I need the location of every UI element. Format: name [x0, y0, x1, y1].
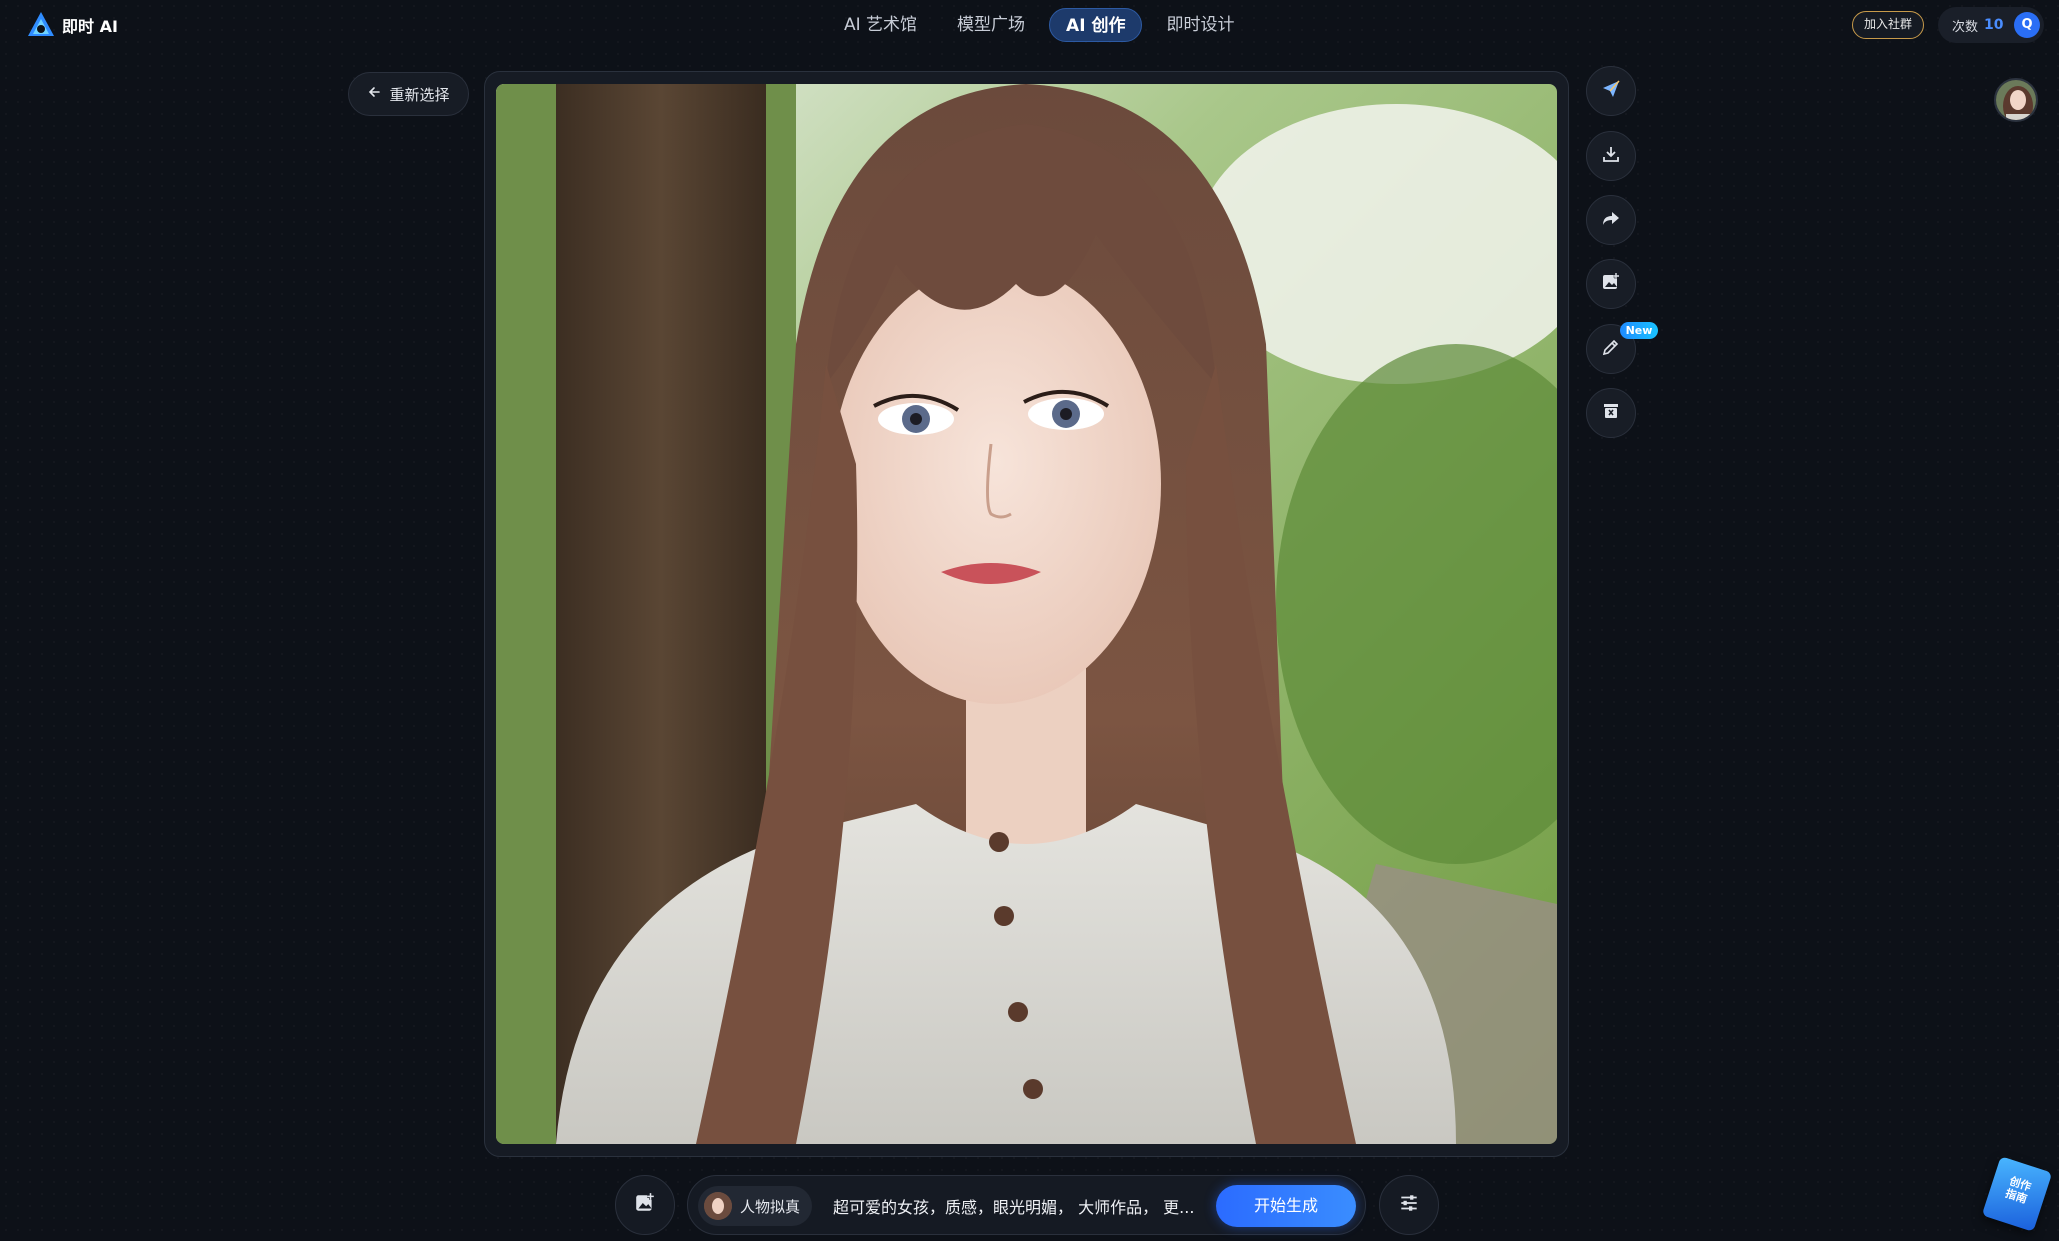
- sliders-icon: [1398, 1192, 1420, 1218]
- download-icon: [1601, 144, 1621, 168]
- nav-item-ai-create[interactable]: AI 创作: [1049, 8, 1143, 42]
- logo-icon: [26, 10, 56, 40]
- generate-button[interactable]: 开始生成: [1216, 1185, 1356, 1227]
- share-icon: [1601, 208, 1621, 232]
- app-name: 即时 AI: [62, 17, 118, 36]
- download-button[interactable]: [1586, 131, 1636, 181]
- style-thumbnail: [704, 1192, 732, 1220]
- reselect-button[interactable]: 重新选择: [348, 72, 469, 116]
- credits-counter[interactable]: 次数 10 Q: [1938, 7, 2044, 43]
- credits-value: 10: [1984, 17, 2004, 33]
- share-button[interactable]: [1586, 195, 1636, 245]
- join-community-button[interactable]: 加入社群: [1852, 11, 1924, 39]
- add-image-icon: [634, 1192, 656, 1218]
- delete-icon: [1601, 401, 1621, 425]
- send-icon: [1601, 79, 1621, 103]
- history-thumbnail-avatar[interactable]: [1994, 78, 2038, 122]
- top-bar: 即时 AI AI 艺术馆 模型广场 AI 创作 即时设计 加入社群 次数 10 …: [0, 0, 2059, 50]
- style-selector[interactable]: 人物拟真: [698, 1186, 812, 1226]
- main-nav: AI 艺术馆 模型广场 AI 创作 即时设计: [828, 8, 1250, 42]
- prompt-input[interactable]: 超可爱的女孩，质感，眼光明媚， 大师作品， 更...: [833, 1194, 1213, 1218]
- nav-item-model-square[interactable]: 模型广场: [941, 8, 1041, 42]
- upload-reference-button[interactable]: [615, 1175, 675, 1235]
- creation-guide-button[interactable]: 创作指南: [1981, 1156, 2053, 1232]
- generated-image[interactable]: [496, 84, 1557, 1144]
- nav-item-ai-gallery[interactable]: AI 艺术馆: [828, 8, 933, 42]
- delete-button[interactable]: [1586, 388, 1636, 438]
- add-image-icon: [1601, 272, 1621, 296]
- new-badge: New: [1620, 322, 1658, 339]
- style-label: 人物拟真: [740, 1197, 801, 1216]
- edit-icon: [1601, 337, 1621, 361]
- nav-item-instant-design[interactable]: 即时设计: [1150, 8, 1250, 42]
- user-initial-avatar[interactable]: Q: [2014, 12, 2040, 38]
- settings-button[interactable]: [1379, 1175, 1439, 1235]
- credits-label: 次数: [1952, 19, 1979, 35]
- arrow-left-icon: [367, 85, 381, 103]
- guide-label: 创作指南: [2003, 1174, 2033, 1206]
- add-image-button[interactable]: [1586, 259, 1636, 309]
- app-logo[interactable]: 即时 AI: [26, 10, 118, 40]
- send-button[interactable]: [1586, 66, 1636, 116]
- reselect-label: 重新选择: [389, 85, 450, 104]
- prompt-bar: 人物拟真 超可爱的女孩，质感，眼光明媚， 大师作品， 更... 开始生成: [687, 1175, 1366, 1235]
